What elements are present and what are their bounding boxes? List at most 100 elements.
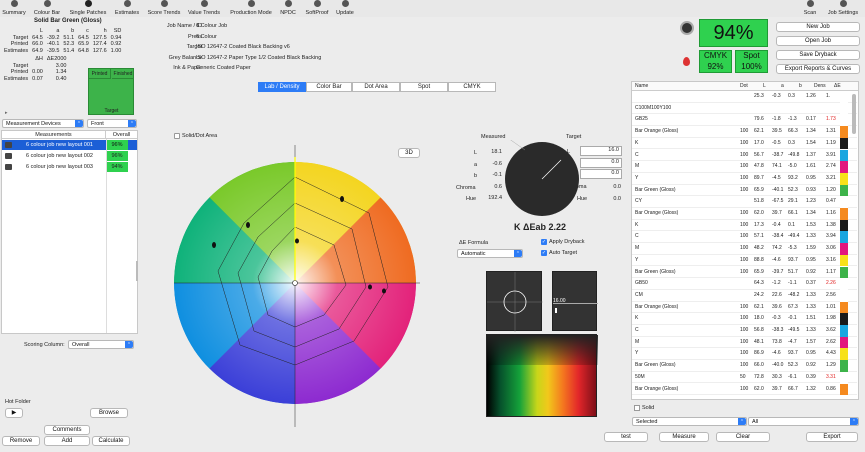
measurement-row[interactable]: 6 colour job new layout 003 94% <box>2 162 137 172</box>
patch-color-swatch <box>840 231 848 244</box>
tab-color-bar[interactable]: Color Bar <box>306 82 352 92</box>
softproof-tab[interactable]: SoftProof <box>302 0 332 17</box>
measurement-devices-select[interactable]: Measurement Devices ⌃ <box>2 119 84 128</box>
measure-button[interactable]: Measure <box>659 432 709 442</box>
toolbar: Summary Colour Bar Single Patches Estima… <box>0 0 865 17</box>
table-row[interactable]: CM 24.2 22.6 -48.2 1.33 2.56 <box>632 289 857 302</box>
cell-e: 3.94 <box>826 233 836 240</box>
npdc-tab[interactable]: NPDC <box>278 0 298 17</box>
scoring-column-select[interactable]: Overall ⌃ <box>68 340 134 349</box>
side-select[interactable]: Front ⌃ <box>87 119 137 128</box>
patch-color-swatch <box>840 91 848 103</box>
calculate-button[interactable]: Calculate <box>92 436 130 446</box>
update-tab[interactable]: Update <box>334 0 356 17</box>
ab-color-wheel[interactable] <box>174 145 420 427</box>
table-row[interactable]: Y 100 89.7 -4.5 93.2 0.95 3.21 <box>632 172 857 185</box>
table-row[interactable]: GB50 64.3 -1.2 -1.1 0.37 2.26 <box>632 278 857 290</box>
table-row[interactable]: GB25 79.6 -1.8 -1.3 0.17 1.73 <box>632 114 857 127</box>
summary-tab[interactable]: Summary <box>2 0 26 17</box>
production-mode-tab[interactable]: Production Mode <box>226 0 276 17</box>
auto-target-checkbox[interactable]: ✓ <box>541 250 547 256</box>
measurement-row[interactable]: 6 colour job new layout 001 96% <box>2 140 137 150</box>
apply-dryback-checkbox[interactable]: ✓ <box>541 239 547 245</box>
target-a-input[interactable]: 0.0 <box>580 157 622 168</box>
solid-dot-checkbox[interactable] <box>174 133 180 139</box>
table-row[interactable]: M 100 47.8 74.1 -5.0 1.61 2.74 <box>632 161 857 173</box>
value-trends-tab[interactable]: Value Trends <box>186 0 222 17</box>
table-row[interactable]: C 100 56.7 -38.7 -49.8 1.37 3.91 <box>632 149 857 162</box>
table-row[interactable]: K 100 17.3 -0.4 0.1 1.53 1.38 <box>632 219 857 232</box>
value-trends-icon <box>200 0 208 7</box>
table-row[interactable]: 50M 50 72.8 30.3 -6.1 0.39 3.31 <box>632 371 857 384</box>
clear-button[interactable]: Clear <box>716 432 770 442</box>
overall-score: 94% <box>699 19 768 47</box>
add-button[interactable]: Add <box>44 436 90 446</box>
table-scrollbar[interactable] <box>852 94 856 134</box>
new-job-button[interactable]: New Job <box>776 22 860 32</box>
table-row[interactable]: K 100 17.0 -0.5 0.3 1.54 1.19 <box>632 137 857 150</box>
table-row[interactable]: C100M100Y100 <box>632 102 857 115</box>
estimates-tab[interactable]: Estimates <box>112 0 142 17</box>
table-row[interactable]: Bar Green (Gloss) 100 65.9 -40.1 52.3 0.93 1.2… <box>632 184 857 197</box>
test-button[interactable]: test <box>604 432 648 442</box>
table-row[interactable]: Bar Orange (Gloss) 100 62.0 39.7 66.1 1.34 1.1… <box>632 208 857 220</box>
press-name: 6 Colour <box>196 33 217 40</box>
cell-d: 1.23 <box>806 198 816 205</box>
tab-cmyk[interactable]: CMYK <box>448 82 496 92</box>
cell-name: M <box>635 163 640 170</box>
table-row[interactable]: Bar Green (Gloss) 100 66.0 -40.0 52.3 0.92 1.2… <box>632 360 857 372</box>
play-button[interactable]: ▶ <box>5 408 23 418</box>
cell-e: 1.20 <box>826 186 836 193</box>
summary-icon <box>10 0 18 7</box>
cell-a: -1.8 <box>772 116 781 123</box>
table-row[interactable]: 25.3 -0.3 0.3 1.26 1. <box>632 91 857 103</box>
save-dryback-button[interactable]: Save Dryback <box>776 50 860 60</box>
scan-icon <box>806 0 814 7</box>
table-row[interactable]: C 100 57.1 -38.4 -49.4 1.33 3.94 <box>632 231 857 244</box>
table-row[interactable]: M 100 48.1 73.8 -4.7 1.57 2.62 <box>632 336 857 349</box>
measurement-row[interactable]: 6 colour job new layout 002 96% <box>2 151 137 161</box>
cell-d: 1.26 <box>806 93 816 99</box>
all-filter-select[interactable]: All ⌃ <box>748 417 859 426</box>
cell-name: Bar Green (Gloss) <box>635 186 676 193</box>
score-trends-tab[interactable]: Score Trends <box>146 0 182 17</box>
table-row[interactable]: Bar Orange (Gloss) 100 62.1 39.6 67.3 1.33 1.0… <box>632 301 857 314</box>
remove-button[interactable]: Remove <box>2 436 40 446</box>
comments-button[interactable]: Comments <box>44 425 90 435</box>
cell-L: 18.0 <box>754 315 764 322</box>
tab-dot-area[interactable]: Dot Area <box>352 82 400 92</box>
table-row[interactable]: Bar Orange (Gloss) 100 62.0 39.7 66.7 1.32 0.8… <box>632 383 857 396</box>
table-row[interactable]: Bar Orange (Gloss) 100 62.1 39.5 66.3 1.34 1.3… <box>632 126 857 138</box>
table-row[interactable]: Y 100 88.8 -4.6 93.7 0.95 3.16 <box>632 254 857 267</box>
target-l-input[interactable]: 16.0 <box>580 146 622 156</box>
tab-spot[interactable]: Spot <box>400 82 448 92</box>
selected-filter-select[interactable]: Selected ⌃ <box>632 417 747 426</box>
table-row[interactable]: M 100 48.2 74.2 -5.3 1.59 3.06 <box>632 243 857 255</box>
solid-checkbox[interactable] <box>634 405 640 411</box>
expand-triangle-icon[interactable]: ▸ <box>5 110 8 116</box>
table-row[interactable]: Bar Green (Gloss) 100 65.9 -39.7 51.7 0.92 1.1… <box>632 266 857 279</box>
browse-button[interactable]: Browse <box>90 408 128 418</box>
delta-e-formula-select[interactable]: Automatic ⌃ <box>457 249 523 258</box>
grey-balance: ISO 12647-2 Paper Type 1/2 Coated Black … <box>196 54 322 61</box>
patch-color-swatch <box>840 102 848 115</box>
job-settings-tab[interactable]: Job Settings <box>824 0 862 17</box>
cell-b: 52.3 <box>788 186 798 193</box>
tab-lab-density[interactable]: Lab / Density <box>258 82 306 92</box>
export-button[interactable]: Export <box>806 432 858 442</box>
table-row[interactable]: CY 51.8 -67.5 29.1 1.23 0.47 <box>632 196 857 208</box>
ink-drop-icon <box>683 57 690 66</box>
open-job-button[interactable]: Open Job <box>776 36 860 46</box>
scrollbar[interactable] <box>136 261 138 281</box>
table-row[interactable]: Y 100 86.9 -4.6 93.7 0.95 4.43 <box>632 348 857 361</box>
colour-bar-tab[interactable]: Colour Bar <box>32 0 62 17</box>
target-b-input[interactable]: 0.0 <box>580 169 622 179</box>
export-reports-button[interactable]: Export Reports & Curves <box>776 64 860 74</box>
scan-tab[interactable]: Scan <box>800 0 820 17</box>
cell-e: 3.31 <box>826 373 836 380</box>
table-row[interactable]: K 100 18.0 -0.3 -0.1 1.51 1.98 <box>632 313 857 325</box>
patch-color-swatch <box>840 254 848 267</box>
table-row[interactable]: C 100 56.8 -38.3 -49.5 1.33 3.62 <box>632 325 857 337</box>
single-patches-tab[interactable]: Single Patches <box>68 0 108 17</box>
cell-d: 1.54 <box>806 139 816 146</box>
